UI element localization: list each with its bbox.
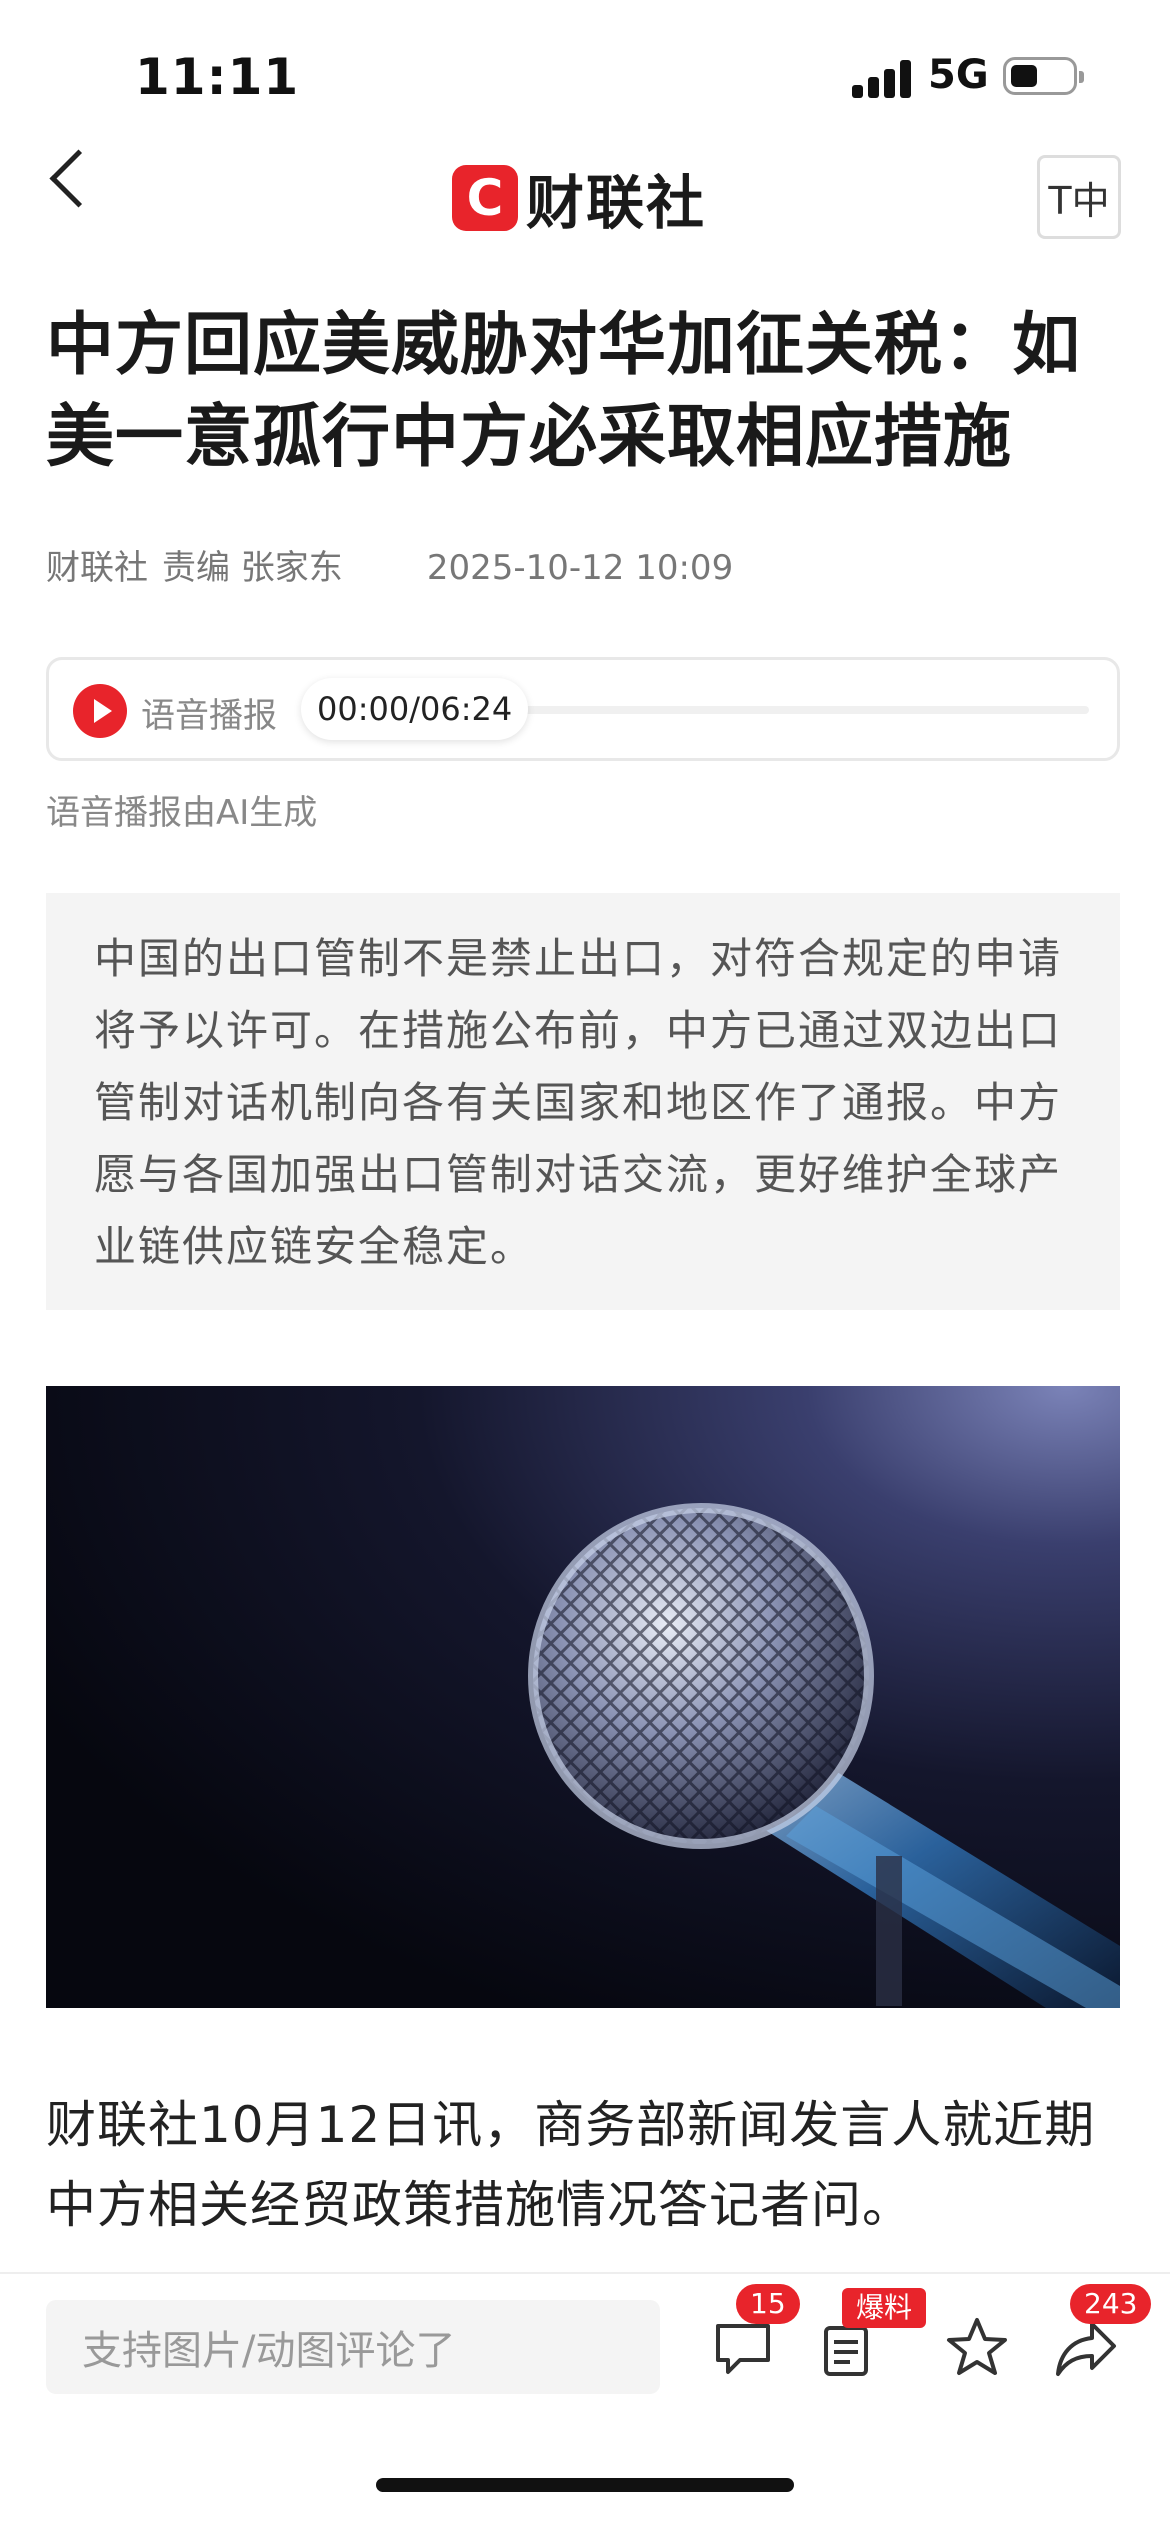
logo-mark: C (452, 165, 518, 231)
audio-ai-caption: 语音播报由AI生成 (46, 793, 318, 833)
star-icon (947, 2318, 1007, 2375)
comment-input[interactable]: 支持图片/动图评论了 (46, 2300, 660, 2394)
favorite-button[interactable] (942, 2312, 1012, 2382)
article-date: 2025-10-12 10:09 (426, 548, 734, 588)
logo-text: 财联社 (526, 169, 707, 237)
network-type: 5G (928, 52, 989, 98)
status-time: 11:11 (135, 48, 300, 106)
play-icon[interactable] (73, 684, 127, 738)
share-count-badge: 243 (1070, 2284, 1152, 2324)
back-icon[interactable] (49, 149, 108, 208)
audio-label: 语音播报 (141, 696, 277, 736)
audio-progress-track[interactable] (489, 706, 1089, 714)
article-body-paragraph: 财联社10月12日讯，商务部新闻发言人就近期中方相关经贸政策措施情况答记者问。 (46, 2096, 1096, 2234)
battery-icon (1003, 57, 1084, 95)
audio-time[interactable]: 00:00/06:24 (301, 678, 529, 740)
audio-player: 语音播报 00:00/06:24 (46, 657, 1120, 761)
article-meta: 财联社 责编 张家东 2025-10-12 10:09 (46, 540, 747, 589)
comment-count-badge: 15 (736, 2284, 800, 2324)
brand-logo: C 财联社 (452, 162, 706, 237)
article-editor: 责编 张家东 (162, 548, 343, 588)
article-title: 中方回应美威胁对华加征关税：如美一意孤行中方必采取相应措施 (46, 306, 1082, 477)
report-badge: 爆料 (842, 2288, 927, 2328)
article-source: 财联社 (46, 548, 148, 588)
summary-text: 中国的出口管制不是禁止出口，对符合规定的申请将予以许可。在措施公布前，中方已通过… (94, 934, 1063, 1271)
summary-block: 中国的出口管制不是禁止出口，对符合规定的申请将予以许可。在措施公布前，中方已通过… (46, 893, 1120, 1310)
font-size-button[interactable]: T中 (1037, 155, 1121, 239)
microphone-illustration (528, 1503, 1120, 2008)
home-indicator[interactable] (376, 2478, 794, 2492)
signal-icon (852, 58, 912, 98)
article-image-microphone[interactable] (46, 1386, 1120, 2008)
